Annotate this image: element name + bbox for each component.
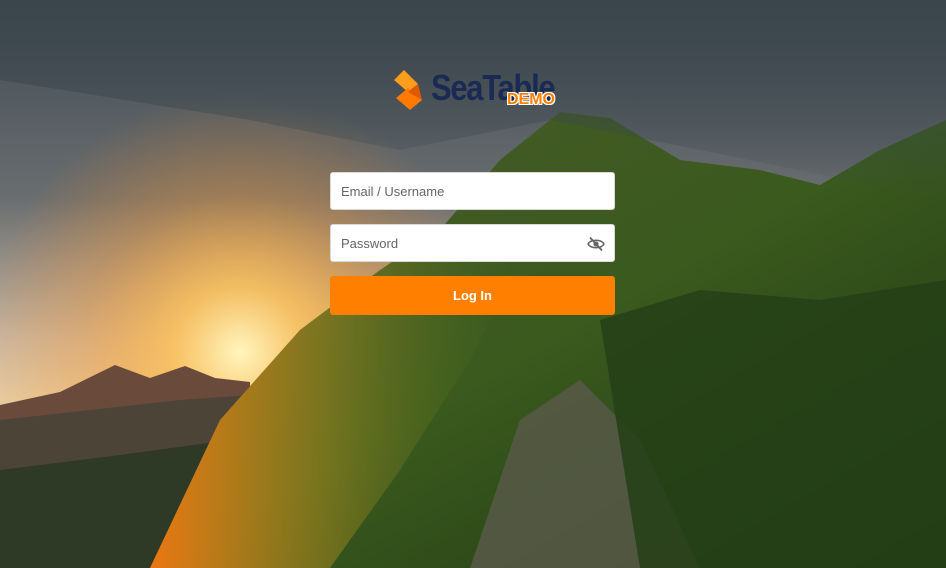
password-input[interactable]: [331, 225, 581, 261]
brand-edition-badge: DEMO: [507, 91, 555, 108]
username-input[interactable]: [331, 173, 581, 209]
seatable-logo: SeaTable DEMO: [391, 67, 556, 112]
eye-slash-icon[interactable]: [587, 236, 605, 252]
password-field[interactable]: [330, 224, 615, 262]
login-button[interactable]: Log In: [330, 276, 615, 315]
seatable-logo-mark-icon: [394, 70, 422, 110]
username-field[interactable]: [330, 172, 615, 210]
